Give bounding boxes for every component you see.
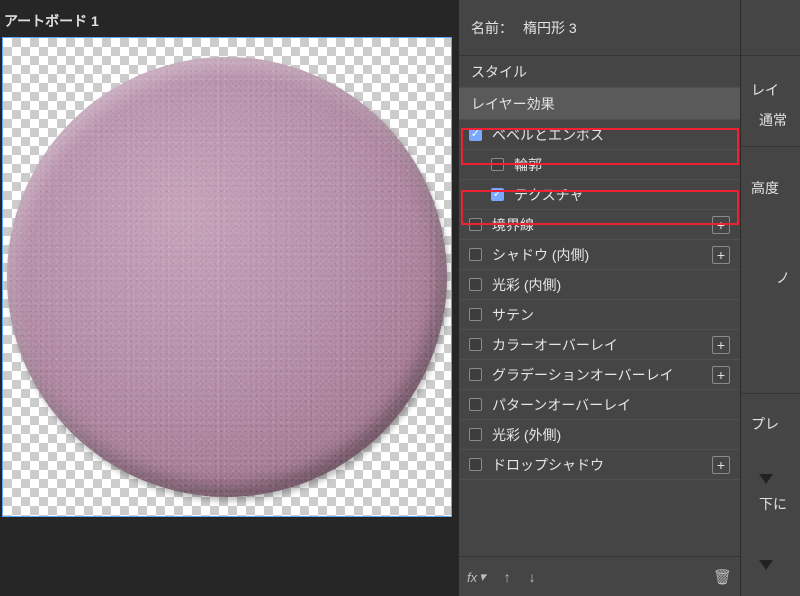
ellipse-shape[interactable] (7, 57, 447, 497)
row-inner-glow[interactable]: 光彩 (内側) (459, 270, 740, 300)
checkbox-texture[interactable] (491, 188, 504, 201)
checkbox-inner-glow[interactable] (469, 278, 482, 291)
slider-1[interactable] (741, 444, 800, 494)
checkbox-color-overlay[interactable] (469, 338, 482, 351)
trash-icon[interactable]: 🗑 (713, 568, 732, 586)
section-styles[interactable]: スタイル (459, 56, 740, 88)
label-stroke: 境界線 (492, 215, 712, 235)
section-layer-effect[interactable]: レイヤー効果 (459, 88, 740, 120)
label-outer-glow: 光彩 (外側) (492, 425, 730, 445)
row-gradient-overlay[interactable]: グラデーションオーバーレイ + (459, 360, 740, 390)
right-title-preview: プレ (741, 394, 800, 444)
arrow-up-icon[interactable]: ↑ (504, 569, 511, 585)
row-bevel-emboss[interactable]: ベベルとエンボス (459, 120, 740, 150)
row-outer-glow[interactable]: 光彩 (外側) (459, 420, 740, 450)
checkbox-drop-shadow[interactable] (469, 458, 482, 471)
row-contour[interactable]: 輪郭 (459, 150, 740, 180)
plus-icon[interactable]: + (712, 246, 730, 264)
panel-footer: fx▾ ↑ ↓ 🗑 (459, 556, 740, 596)
row-texture[interactable]: テクスチャ (459, 180, 740, 210)
artboard-label: アートボード 1 (0, 0, 458, 39)
row-pattern-overlay[interactable]: パターンオーバーレイ (459, 390, 740, 420)
label-texture: テクスチャ (514, 185, 730, 205)
plus-icon[interactable]: + (712, 366, 730, 384)
checkbox-stroke[interactable] (469, 218, 482, 231)
canvas-area: アートボード 1 (0, 0, 458, 596)
checkbox-satin[interactable] (469, 308, 482, 321)
label-inner-shadow: シャドウ (内側) (492, 245, 712, 265)
layer-style-panel: 名前： 楕円形 3 スタイル レイヤー効果 ベベルとエンボス 輪郭 テクスチャ (458, 0, 800, 596)
label-inner-glow: 光彩 (内側) (492, 275, 730, 295)
name-label: 名前： (471, 18, 513, 38)
row-color-overlay[interactable]: カラーオーバーレイ + (459, 330, 740, 360)
plus-icon[interactable]: + (712, 216, 730, 234)
checkbox-outer-glow[interactable] (469, 428, 482, 441)
app-root: アートボード 1 名前： 楕円形 3 スタイル レイヤー効果 ベベルとエンボス (0, 0, 800, 596)
label-satin: サテン (492, 305, 730, 325)
label-drop-shadow: ドロップシャドウ (492, 455, 712, 475)
arrow-down-icon[interactable]: ↓ (529, 569, 536, 585)
fx-icon[interactable]: fx▾ (467, 569, 486, 585)
row-drop-shadow[interactable]: ドロップシャドウ + (459, 450, 740, 480)
name-value[interactable]: 楕円形 3 (523, 18, 577, 38)
styles-list: スタイル レイヤー効果 ベベルとエンボス 輪郭 テクスチャ 境界線 (459, 56, 740, 556)
label-bevel: ベベルとエンボス (492, 125, 730, 145)
checkbox-inner-shadow[interactable] (469, 248, 482, 261)
row-stroke[interactable]: 境界線 + (459, 210, 740, 240)
panel-right: レイ 通常 高度 ノ プレ 下に (741, 0, 800, 596)
slider-knob-icon (759, 560, 773, 570)
plus-icon[interactable]: + (712, 456, 730, 474)
right-normal: 通常 (741, 110, 800, 146)
label-pattern-overlay: パターンオーバーレイ (492, 395, 730, 415)
canvas-frame[interactable] (2, 37, 452, 517)
panel-main: 名前： 楕円形 3 スタイル レイヤー効果 ベベルとエンボス 輪郭 テクスチャ (459, 0, 741, 596)
checkbox-pattern-overlay[interactable] (469, 398, 482, 411)
label-color-overlay: カラーオーバーレイ (492, 335, 712, 355)
row-inner-shadow[interactable]: シャドウ (内側) + (459, 240, 740, 270)
slider-knob-icon (759, 474, 773, 484)
row-satin[interactable]: サテン (459, 300, 740, 330)
right-title-layer: レイ (741, 66, 800, 110)
checkbox-gradient-overlay[interactable] (469, 368, 482, 381)
right-below: 下に (741, 494, 800, 530)
checkbox-contour[interactable] (491, 158, 504, 171)
right-slash: ノ (741, 268, 800, 304)
ellipse-wrap (7, 57, 447, 497)
right-title-height: 高度 (741, 164, 800, 208)
name-row: 名前： 楕円形 3 (459, 0, 740, 56)
slider-2[interactable] (741, 530, 800, 580)
right-group-1: レイ 通常 (741, 56, 800, 146)
checkbox-bevel[interactable] (469, 128, 482, 141)
label-gradient-overlay: グラデーションオーバーレイ (492, 365, 712, 385)
label-contour: 輪郭 (514, 155, 730, 175)
plus-icon[interactable]: + (712, 336, 730, 354)
